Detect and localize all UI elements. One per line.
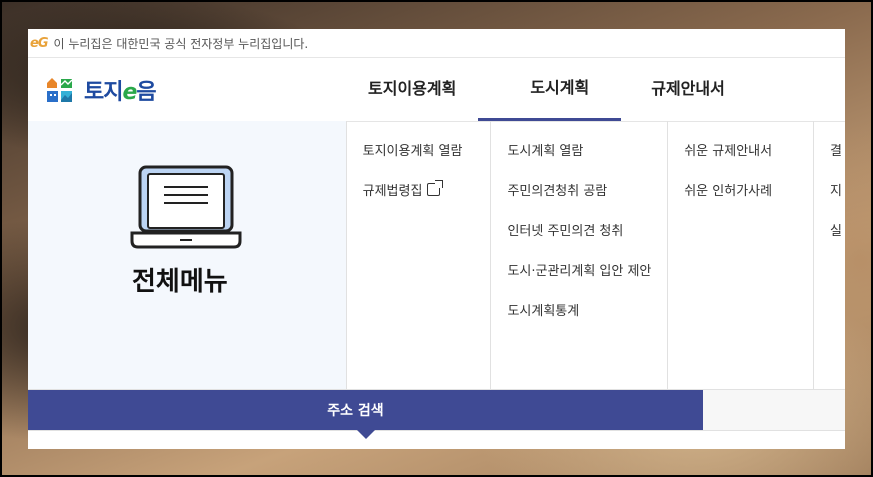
main-nav: 토지이용계획 도시계획 규제안내서: [346, 58, 747, 121]
menu-column-more: 결 지 실: [814, 121, 845, 389]
nav-land-use-plan[interactable]: 토지이용계획: [346, 58, 478, 121]
mega-menu: 전체메뉴 토지이용계획 열람 규제법령집 도시계획 열람 주민의견청취 공람 인…: [28, 121, 845, 389]
egov-logo: eG: [30, 35, 48, 51]
nav-regulation-guide[interactable]: 규제안내서: [621, 58, 747, 121]
link-easy-guide[interactable]: 쉬운 규제안내서: [668, 143, 813, 183]
bottom-tab-bar: 주소 검색: [28, 389, 845, 439]
logo-text-end: 음: [136, 80, 156, 105]
link-plan-proposal[interactable]: 도시·군관리계획 입안 제안: [491, 263, 667, 303]
link-more-1[interactable]: 결: [814, 143, 845, 183]
address-search-label: 주소 검색: [327, 403, 384, 419]
menu-column-guide: 쉬운 규제안내서 쉬운 인허가사례: [668, 121, 815, 389]
link-easy-permits[interactable]: 쉬운 인허가사례: [668, 183, 813, 223]
logo-text-main: 토지: [84, 80, 123, 105]
header: 토지e음 토지이용계획 도시계획 규제안내서: [28, 58, 845, 122]
logo-text-e: e: [122, 80, 137, 105]
menu-panel: eG 이 누리집은 대한민국 공식 전자정부 누리집입니다. 토지e음 토지이용…: [28, 29, 845, 449]
menu-column-land: 토지이용계획 열람 규제법령집: [347, 121, 492, 389]
laptop-icon: [130, 165, 242, 255]
link-more-3[interactable]: 실: [814, 223, 845, 263]
site-logo[interactable]: 토지e음: [46, 74, 157, 106]
link-public-hearing[interactable]: 주민의견청취 공람: [491, 183, 667, 223]
gov-notice-bar: eG 이 누리집은 대한민국 공식 전자정부 누리집입니다.: [28, 29, 845, 58]
link-more-2[interactable]: 지: [814, 183, 845, 223]
all-menu-panel: 전체메뉴: [28, 121, 347, 389]
gov-notice-text: 이 누리집은 대한민국 공식 전자정부 누리집입니다.: [53, 36, 309, 51]
logo-mark-icon: [46, 76, 74, 104]
menu-column-urban: 도시계획 열람 주민의견청취 공람 인터넷 주민의견 청취 도시·군관리계획 입…: [491, 121, 669, 389]
logo-text: 토지e음: [84, 74, 157, 106]
nav-urban-plan[interactable]: 도시계획: [478, 58, 622, 121]
link-online-hearing[interactable]: 인터넷 주민의견 청취: [491, 223, 667, 263]
bottom-tab-empty: [703, 390, 845, 430]
all-menu-title: 전체메뉴: [132, 267, 228, 297]
link-urban-stats[interactable]: 도시계획통계: [491, 303, 667, 343]
link-land-use-view[interactable]: 토지이용계획 열람: [347, 143, 491, 183]
address-search-tab[interactable]: 주소 검색: [28, 390, 703, 439]
link-urban-plan-view[interactable]: 도시계획 열람: [491, 143, 667, 183]
link-regulation-laws[interactable]: 규제법령집: [347, 180, 491, 223]
external-link-icon: [427, 180, 444, 196]
link-regulation-laws-label: 규제법령집: [362, 184, 423, 199]
